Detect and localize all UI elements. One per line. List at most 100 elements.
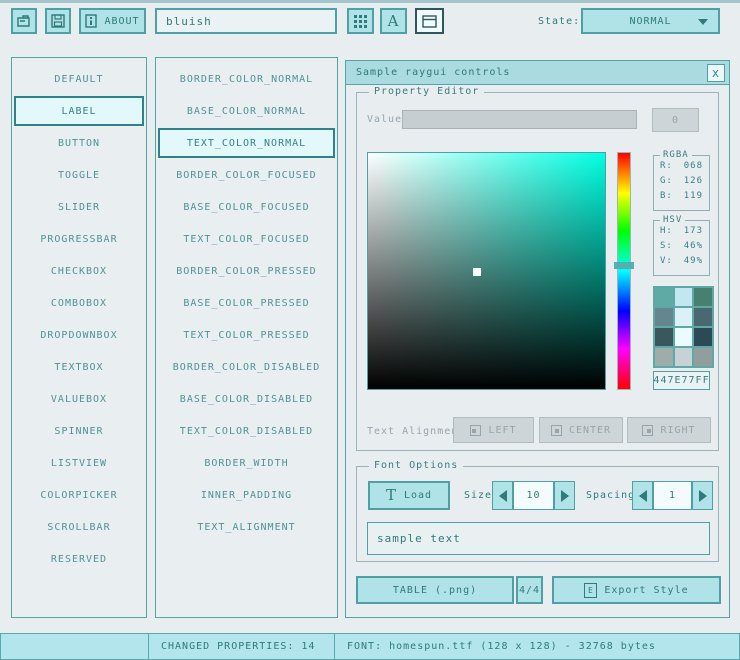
palette-swatch[interactable] (655, 308, 673, 326)
font-T-icon: T (386, 488, 397, 503)
property-list-item[interactable]: INNER_PADDING (156, 479, 337, 511)
align-left-icon (470, 425, 481, 436)
save-style-button[interactable] (45, 8, 71, 34)
value-button-label: 0 (672, 115, 679, 126)
font-size-decrease-button[interactable] (492, 481, 513, 510)
close-icon[interactable]: x (707, 64, 725, 82)
arrow-left-icon (499, 490, 507, 502)
r-label: R: (660, 161, 673, 171)
property-list-item[interactable]: BORDER_COLOR_DISABLED (156, 351, 337, 383)
control-list-item[interactable]: TEXTBOX (12, 351, 146, 383)
chevron-down-icon (698, 19, 708, 25)
sample-window-title: Sample raygui controls (356, 67, 510, 78)
color-picker-panel[interactable] (367, 152, 606, 390)
load-font-label: Load (404, 490, 432, 501)
property-list-item[interactable]: BORDER_COLOR_NORMAL (156, 63, 337, 95)
hex-color-value[interactable]: 447E77FF (653, 371, 710, 390)
export-format-combobox[interactable]: TABLE (.png) (356, 576, 514, 604)
control-list-item[interactable]: COMBOBOX (12, 287, 146, 319)
hue-bar[interactable] (617, 152, 631, 390)
property-list-item[interactable]: BORDER_WIDTH (156, 447, 337, 479)
property-list-item-selected[interactable]: TEXT_COLOR_NORMAL (158, 128, 335, 158)
style-color-palette (653, 286, 714, 368)
control-list-item[interactable]: DEFAULT (12, 63, 146, 95)
export-format-counter-button[interactable]: 4/4 (516, 576, 543, 604)
property-list-item[interactable]: TEXT_COLOR_PRESSED (156, 319, 337, 351)
property-list-item[interactable]: BASE_COLOR_DISABLED (156, 383, 337, 415)
property-list-item[interactable]: BASE_COLOR_NORMAL (156, 95, 337, 127)
align-center-label: CENTER (569, 425, 611, 436)
open-style-button[interactable] (11, 8, 37, 34)
property-list-item[interactable]: BORDER_COLOR_PRESSED (156, 255, 337, 287)
property-list-item[interactable]: TEXT_COLOR_FOCUSED (156, 223, 337, 255)
control-list-item[interactable]: VALUEBOX (12, 383, 146, 415)
sample-window-titlebar[interactable]: Sample raygui controls x (346, 61, 729, 85)
align-right-button[interactable]: RIGHT (627, 417, 711, 443)
property-list-item[interactable]: BORDER_COLOR_FOCUSED (156, 159, 337, 191)
export-style-button[interactable]: E Export Style (552, 576, 721, 604)
palette-swatch[interactable] (694, 288, 712, 306)
palette-swatch[interactable] (694, 328, 712, 346)
control-list-item[interactable]: LISTVIEW (12, 447, 146, 479)
value-slider[interactable] (402, 110, 637, 129)
rgba-group-label: RGBA (660, 150, 692, 160)
status-cell-empty (0, 633, 149, 660)
align-left-button[interactable]: LEFT (453, 417, 534, 443)
about-button-label: ABOUT (104, 16, 139, 27)
load-font-button[interactable]: T Load (368, 481, 450, 510)
export-file-icon: E (584, 583, 597, 598)
changed-properties-text: CHANGED PROPERTIES: 14 (161, 641, 315, 652)
palette-swatch[interactable] (675, 348, 693, 366)
value-button[interactable]: 0 (652, 108, 699, 132)
palette-swatch[interactable] (675, 328, 693, 346)
property-list-item[interactable]: TEXT_COLOR_DISABLED (156, 415, 337, 447)
palette-swatch[interactable] (655, 288, 673, 306)
control-list-item[interactable]: TOGGLE (12, 159, 146, 191)
font-size-value[interactable]: 10 (513, 481, 554, 510)
export-style-label: Export Style (604, 585, 688, 596)
align-center-icon (551, 425, 562, 436)
state-dropdown[interactable]: NORMAL (581, 8, 720, 34)
control-list-item[interactable]: SPINNER (12, 415, 146, 447)
state-label: State: (538, 16, 580, 27)
status-bar: CHANGED PROPERTIES: 14 FONT: homespun.tt… (0, 633, 740, 660)
arrow-right-icon (699, 490, 707, 502)
sample-text-input[interactable] (367, 522, 710, 555)
control-list-item[interactable]: DROPDOWNBOX (12, 319, 146, 351)
font-size-increase-button[interactable] (554, 481, 575, 510)
control-list-item[interactable]: PROGRESSBAR (12, 223, 146, 255)
font-info-text: FONT: homespun.ttf (128 x 128) - 32768 b… (347, 641, 656, 652)
control-list-item[interactable]: CHECKBOX (12, 255, 146, 287)
palette-swatch[interactable] (694, 348, 712, 366)
palette-swatch[interactable] (675, 288, 693, 306)
hue-slider-handle[interactable] (614, 262, 634, 269)
palette-swatch[interactable] (694, 308, 712, 326)
toolbar: ABOUT A State: NORMAL (0, 0, 740, 44)
palette-swatch[interactable] (675, 308, 693, 326)
align-center-button[interactable]: CENTER (539, 417, 623, 443)
control-list-item[interactable]: BUTTON (12, 127, 146, 159)
property-list-item[interactable]: BASE_COLOR_PRESSED (156, 287, 337, 319)
control-list-item-selected[interactable]: LABEL (14, 96, 144, 126)
status-cell-changed-properties: CHANGED PROPERTIES: 14 (148, 633, 335, 660)
control-list-item[interactable]: SCROLLBAR (12, 511, 146, 543)
controls-view-button[interactable] (415, 8, 444, 34)
font-spacing-value[interactable]: 1 (653, 481, 692, 510)
font-view-button[interactable]: A (380, 8, 407, 34)
style-table-view-button[interactable] (347, 8, 374, 34)
font-spacing-decrease-button[interactable] (632, 481, 653, 510)
control-list-item[interactable]: RESERVED (12, 543, 146, 575)
color-picker-cursor[interactable] (473, 268, 481, 276)
property-list-item[interactable]: TEXT_ALIGNMENT (156, 511, 337, 543)
control-list-item[interactable]: SLIDER (12, 191, 146, 223)
font-options-group: Font Options T Load Size: 10 Spacing: 1 (356, 466, 719, 562)
about-button[interactable]: ABOUT (79, 8, 146, 34)
v-value: 49% (684, 256, 703, 266)
style-name-input[interactable] (155, 8, 337, 34)
font-spacing-increase-button[interactable] (692, 481, 713, 510)
palette-swatch[interactable] (655, 348, 673, 366)
export-format-label: TABLE (.png) (393, 585, 477, 596)
property-list-item[interactable]: BASE_COLOR_FOCUSED (156, 191, 337, 223)
palette-swatch[interactable] (655, 328, 673, 346)
control-list-item[interactable]: COLORPICKER (12, 479, 146, 511)
